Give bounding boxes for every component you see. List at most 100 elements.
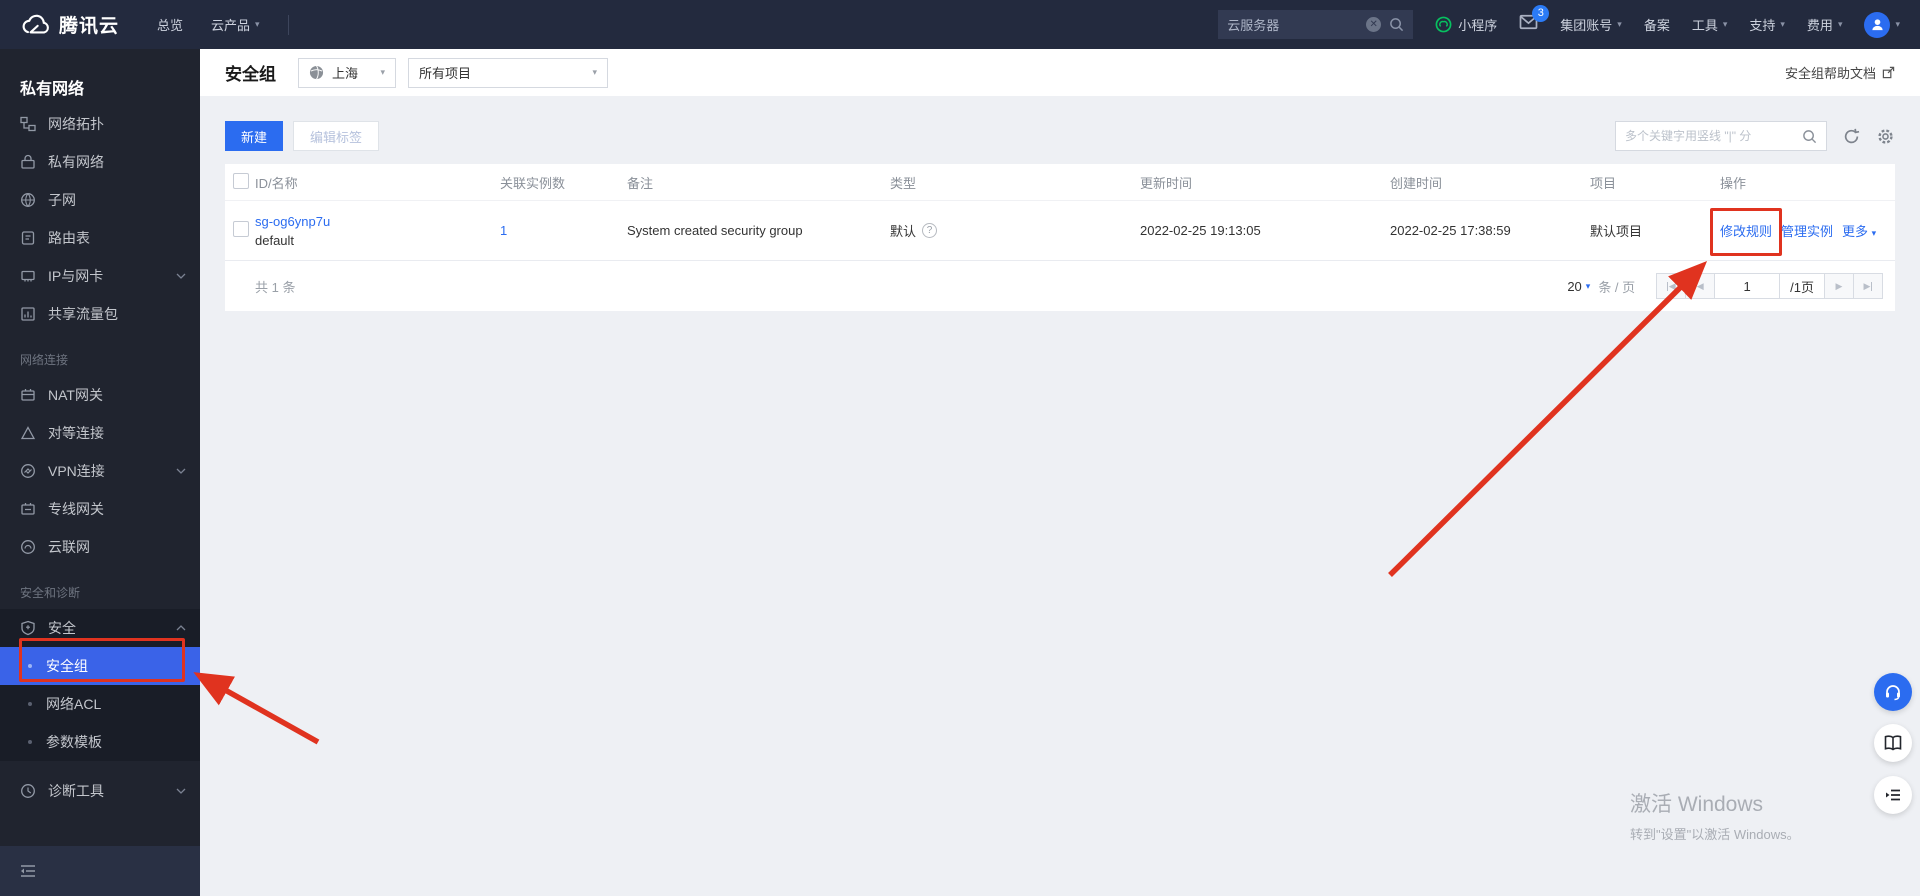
messages-button[interactable]: 3 — [1519, 5, 1550, 35]
instance-count-link[interactable]: 1 — [500, 223, 507, 238]
sidebar-footer — [0, 846, 200, 896]
documentation-float-button[interactable] — [1874, 724, 1912, 762]
group-account-menu[interactable]: 集团账号 ▾ — [1560, 15, 1622, 34]
sidebar-item-subnet[interactable]: 子网 — [0, 181, 200, 219]
sidebar-item-label: IP与网卡 — [48, 268, 104, 284]
document-icon — [21, 231, 35, 245]
network-card-icon — [21, 270, 35, 282]
pagination: 20▾ 条 / 页 ◀ ◀ /1页 ▶ ▶ — [1567, 273, 1895, 299]
create-button[interactable]: 新建 — [225, 121, 284, 151]
bullet-icon — [28, 740, 32, 744]
vpc-lock-icon — [21, 154, 35, 169]
help-doc-label: 安全组帮助文档 — [1784, 66, 1876, 81]
support-menu[interactable]: 支持 ▾ — [1749, 15, 1785, 34]
feedback-float-button[interactable] — [1874, 776, 1912, 814]
sidebar-item-ccn[interactable]: 云联网 — [0, 528, 200, 566]
collapse-sidebar-icon[interactable] — [20, 864, 36, 878]
sidebar-item-ip-nic[interactable]: IP与网卡 — [0, 257, 200, 295]
sidebar-item-label: 云联网 — [48, 539, 90, 555]
page-size-select[interactable]: 20 ▾ — [1567, 279, 1590, 294]
topbar-right: ✕ 小程序 3 集团账号 ▾ 备案 工具 ▾ — [1218, 5, 1900, 39]
chevron-down-icon: ▾ — [1722, 19, 1728, 29]
security-group-table: ID/名称 关联实例数 备注 类型 更新时间 创建时间 项目 操作 sg-og6… — [225, 164, 1895, 311]
select-all-checkbox[interactable] — [233, 172, 249, 189]
security-group-id-link[interactable]: sg-og6ynp7u — [255, 214, 330, 229]
billing-menu[interactable]: 费用 ▾ — [1807, 15, 1843, 34]
first-page-button[interactable]: ◀ — [1656, 273, 1687, 299]
table-header-row: ID/名称 关联实例数 备注 类型 更新时间 创建时间 项目 操作 — [225, 164, 1895, 201]
feedback-list-icon — [1886, 789, 1900, 801]
sidebar-section-network: 网络连接 — [20, 353, 69, 367]
clear-search-icon[interactable]: ✕ — [1366, 17, 1382, 32]
sidebar-item-label: 安全 — [48, 620, 76, 636]
sidebar-item-network-topology[interactable]: 网络拓扑 — [0, 105, 200, 143]
help-circle-icon[interactable]: ? — [922, 223, 938, 238]
search-icon[interactable] — [1389, 17, 1404, 32]
current-page-input[interactable] — [1715, 274, 1780, 298]
book-icon — [1884, 735, 1902, 751]
help-doc-link[interactable]: 安全组帮助文档 — [1785, 63, 1895, 82]
sidebar-item-shared-traffic-pack[interactable]: 共享流量包 — [0, 295, 200, 333]
sidebar-item-diagnostic-tools[interactable]: 诊断工具 — [0, 772, 200, 810]
sidebar-item-vpn[interactable]: VPN连接 — [0, 452, 200, 490]
cell-type: 默认 — [890, 224, 917, 239]
beian-link[interactable]: 备案 — [1644, 15, 1670, 34]
miniprogram-link[interactable]: 小程序 — [1435, 15, 1497, 34]
account-menu[interactable]: ▾ — [1864, 11, 1900, 38]
search-icon[interactable] — [1802, 129, 1817, 144]
main-area: 安全组 上海 ▾ 所有项目 ▾ 安全组帮助文档 新建 编辑标签 多个关键字用竖线… — [200, 49, 1920, 896]
sidebar-item-label: 专线网关 — [48, 501, 104, 517]
region-selector[interactable]: 上海 ▾ — [298, 57, 396, 88]
nav-overview[interactable]: 总览 — [157, 15, 183, 34]
chevron-down-icon: ▾ — [255, 19, 260, 29]
cell-created-at: 2022-02-25 17:38:59 — [1390, 223, 1511, 238]
topbar: 腾讯云 总览 云产品 ▾ ✕ 小程序 — [0, 0, 1920, 49]
sidebar-item-vpc[interactable]: 私有网络 — [0, 143, 200, 181]
last-page-button[interactable]: ▶ — [1853, 273, 1883, 299]
table-footer: 共 1 条 20▾ 条 / 页 ◀ ◀ /1页 ▶ ▶ — [225, 261, 1895, 311]
topbar-search-input[interactable] — [1227, 17, 1359, 32]
next-page-button[interactable]: ▶ — [1824, 273, 1854, 299]
modify-rules-link[interactable]: 修改规则 — [1720, 221, 1772, 240]
sidebar-item-direct-connect-gateway[interactable]: 专线网关 — [0, 490, 200, 528]
sidebar-item-peering[interactable]: 对等连接 — [0, 414, 200, 452]
sidebar-item-parameter-template[interactable]: 参数模板 — [0, 723, 200, 761]
table-search-input[interactable] — [1625, 129, 1802, 143]
sidebar-item-nat-gateway[interactable]: NAT网关 — [0, 376, 200, 414]
current-page-box — [1714, 273, 1781, 299]
prev-page-button[interactable]: ◀ — [1685, 273, 1716, 299]
total-count-text: 共 1 条 — [255, 279, 296, 295]
project-filter-select[interactable]: 所有项目 ▾ — [408, 57, 608, 88]
topbar-search[interactable]: ✕ — [1218, 10, 1414, 39]
cloud-network-icon — [21, 540, 35, 554]
cloud-logo-icon — [22, 14, 49, 33]
tools-menu[interactable]: 工具 ▾ — [1692, 15, 1728, 34]
refresh-button[interactable] — [1841, 126, 1861, 146]
page-size-value: 20 — [1567, 278, 1582, 294]
edit-tags-button[interactable]: 编辑标签 — [293, 121, 380, 151]
more-actions-link[interactable]: 更多 ▾ — [1842, 221, 1876, 240]
diagnostic-icon — [21, 784, 35, 798]
nav-products[interactable]: 云产品 ▾ — [211, 15, 260, 34]
chevron-down-icon: ▾ — [1895, 19, 1900, 29]
support-float-button[interactable] — [1874, 673, 1912, 711]
col-header-instance-count: 关联实例数 — [500, 175, 566, 191]
table-search[interactable] — [1615, 121, 1827, 151]
sidebar-item-network-acl[interactable]: 网络ACL — [0, 685, 200, 723]
chevron-down-icon: ▾ — [380, 67, 385, 77]
chevron-down-icon: ▾ — [1837, 19, 1843, 29]
sidebar-item-label: 网络ACL — [46, 696, 102, 712]
manage-instances-link[interactable]: 管理实例 — [1781, 221, 1833, 240]
col-header-type: 类型 — [890, 175, 917, 191]
settings-button[interactable] — [1875, 126, 1895, 146]
watermark-line1: 激活 Windows — [1630, 793, 1764, 816]
row-checkbox[interactable] — [233, 221, 249, 237]
page-header: 安全组 上海 ▾ 所有项目 ▾ 安全组帮助文档 — [200, 49, 1920, 96]
sidebar-item-route-table[interactable]: 路由表 — [0, 219, 200, 257]
direct-connect-icon — [21, 503, 35, 515]
nat-gateway-icon — [21, 389, 35, 401]
sidebar-item-security-group[interactable]: 安全组 — [0, 647, 200, 685]
refresh-icon — [1844, 128, 1859, 143]
tencent-cloud-logo[interactable]: 腾讯云 — [20, 11, 119, 38]
sidebar-item-security[interactable]: 安全 — [0, 609, 200, 647]
